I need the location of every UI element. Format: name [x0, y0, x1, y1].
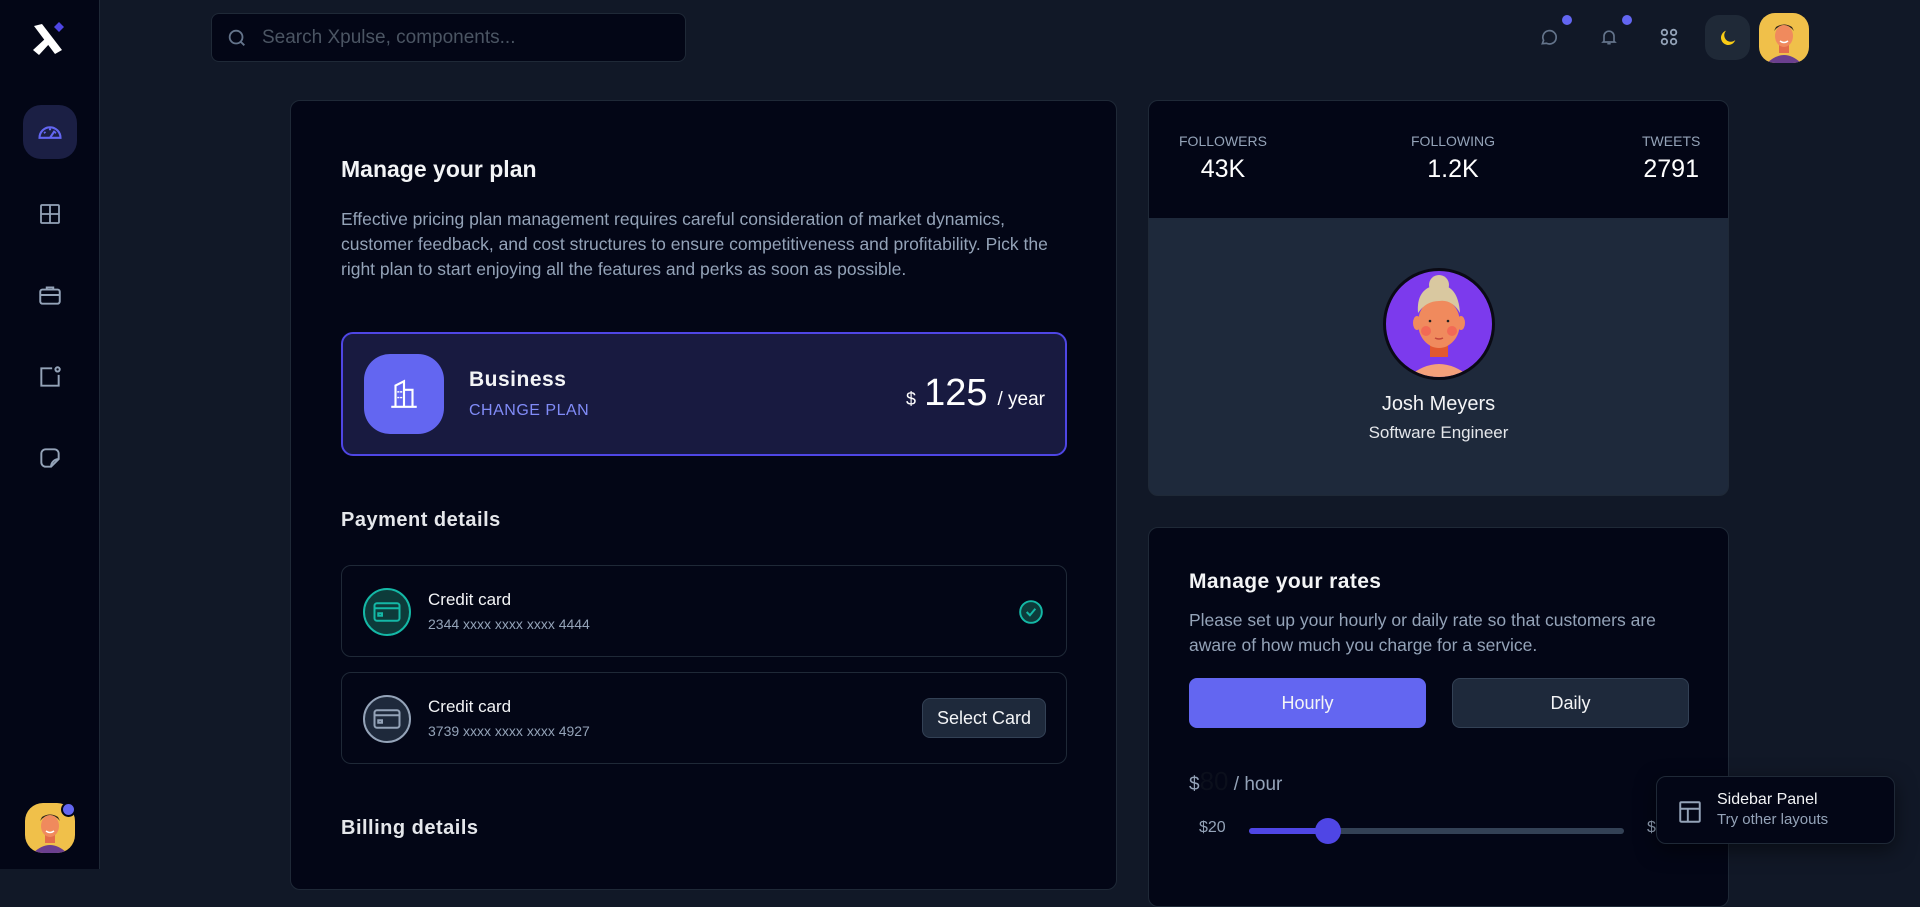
hourly-toggle-button[interactable]: Hourly: [1189, 678, 1426, 728]
profile-name: Josh Meyers: [1381, 393, 1496, 415]
plan-icon-tile: [364, 354, 444, 434]
stat-label: TWEETS: [1642, 133, 1701, 149]
plan-description: Effective pricing plan management requir…: [341, 209, 1048, 279]
profile-panel: FOLLOWERS 43K FOLLOWING 1.2K TWEETS 2791: [1148, 100, 1729, 496]
slider-thumb[interactable]: [1314, 818, 1341, 844]
card-number: 2344 xxxx xxxx xxxx 4444: [428, 616, 590, 632]
stat-value: 2791: [1643, 155, 1699, 183]
sidebar-item-notifications[interactable]: [23, 350, 77, 404]
layout-icon: [1679, 801, 1701, 823]
plan-title: Manage your plan: [341, 156, 537, 182]
plan-panel: Manage your plan Effective pricing plan …: [290, 100, 1117, 890]
card-number: 3739 xxxx xxxx xxxx 4927: [428, 723, 590, 739]
check-circle-icon: [1019, 600, 1043, 624]
stat-followers: FOLLOWERS 43K: [1179, 133, 1267, 184]
search-input[interactable]: [262, 26, 662, 49]
plan-name: Business: [469, 368, 567, 391]
apps-icon: [1660, 28, 1678, 46]
search-bar[interactable]: [211, 13, 686, 62]
rates-description: Please set up your hourly or daily rate …: [1189, 610, 1656, 655]
plan-price: $ 125 / year: [906, 372, 1045, 415]
gauge-icon: [38, 126, 62, 139]
card-icon-wrap: [363, 695, 411, 743]
card-icon-wrap: [363, 588, 411, 636]
price-currency: $: [906, 389, 917, 409]
sidebar-item-projects[interactable]: [23, 268, 77, 322]
change-plan-link[interactable]: CHANGE PLAN: [469, 402, 589, 420]
sidebar-item-notes[interactable]: [23, 431, 77, 485]
slider-min-label: $20: [1199, 819, 1226, 836]
card-title: Credit card: [428, 590, 512, 609]
notifications-button[interactable]: [1594, 22, 1624, 52]
daily-toggle-button[interactable]: Daily: [1452, 678, 1689, 728]
payment-card-item[interactable]: Credit card 3739 xxxx xxxx xxxx 4927 Sel…: [341, 672, 1067, 764]
apps-button[interactable]: [1654, 22, 1684, 52]
sidebar-item-dashboard[interactable]: [23, 105, 77, 159]
profile-role: Software Engineer: [1368, 423, 1509, 442]
grid-icon: [40, 204, 60, 224]
stat-label: FOLLOWERS: [1179, 133, 1267, 149]
toast-subtitle: Try other layouts: [1717, 811, 1829, 828]
sidebar: [0, 0, 100, 869]
notifications-badge: [1622, 15, 1632, 25]
moon-icon: [1720, 30, 1735, 45]
chat-icon: [1541, 29, 1557, 45]
sidebar-panel-toast[interactable]: Sidebar Panel Try other layouts: [1656, 776, 1895, 844]
sidebar-item-layouts[interactable]: [23, 187, 77, 241]
rate-display: $80 / hour: [1189, 766, 1282, 797]
messages-button[interactable]: [1534, 22, 1564, 52]
payment-card-item[interactable]: Credit card 2344 xxxx xxxx xxxx 4444: [341, 565, 1067, 657]
stat-label: FOLLOWING: [1411, 133, 1496, 149]
briefcase-icon: [39, 286, 61, 305]
stat-tweets: TWEETS 2791: [1642, 133, 1700, 184]
billing-details-title: Billing details: [341, 817, 479, 839]
building-icon: [391, 379, 417, 408]
profile-stats: FOLLOWERS 43K FOLLOWING 1.2K TWEETS 2791: [1149, 101, 1728, 218]
stat-value: 1.2K: [1427, 155, 1479, 183]
rate-unit: / hour: [1233, 774, 1283, 795]
credit-card-icon: [373, 709, 401, 729]
stat-value: 43K: [1200, 155, 1246, 183]
xpulse-logo[interactable]: [28, 18, 72, 62]
rate-slider[interactable]: [1249, 818, 1624, 844]
profile-avatar[interactable]: [1383, 268, 1495, 380]
card-title: Credit card: [428, 697, 512, 716]
stat-following: FOLLOWING 1.2K: [1411, 133, 1495, 184]
notification-square-icon: [40, 366, 61, 387]
toast-title: Sidebar Panel: [1717, 791, 1818, 808]
slider-max-label: $: [1647, 819, 1656, 836]
rate-value: 80: [1199, 766, 1229, 796]
messages-badge: [1562, 15, 1572, 25]
current-plan-card[interactable]: Business CHANGE PLAN $ 125 / year: [341, 332, 1067, 456]
bell-icon: [1601, 30, 1617, 45]
price-amount: 125: [924, 372, 988, 414]
online-status-dot: [61, 802, 76, 817]
credit-card-icon: [373, 602, 401, 622]
select-card-button[interactable]: Select Card: [921, 698, 1046, 738]
profile-avatar-button[interactable]: [1759, 13, 1809, 63]
rates-panel: Manage your rates Please set up your hou…: [1148, 527, 1729, 907]
search-icon: [228, 29, 245, 46]
payment-details-title: Payment details: [341, 509, 501, 531]
sticky-note-icon: [40, 448, 60, 468]
rates-title: Manage your rates: [1189, 570, 1382, 593]
rate-currency: $: [1189, 774, 1200, 795]
price-period: / year: [997, 389, 1045, 410]
theme-toggle-button[interactable]: [1705, 15, 1750, 60]
